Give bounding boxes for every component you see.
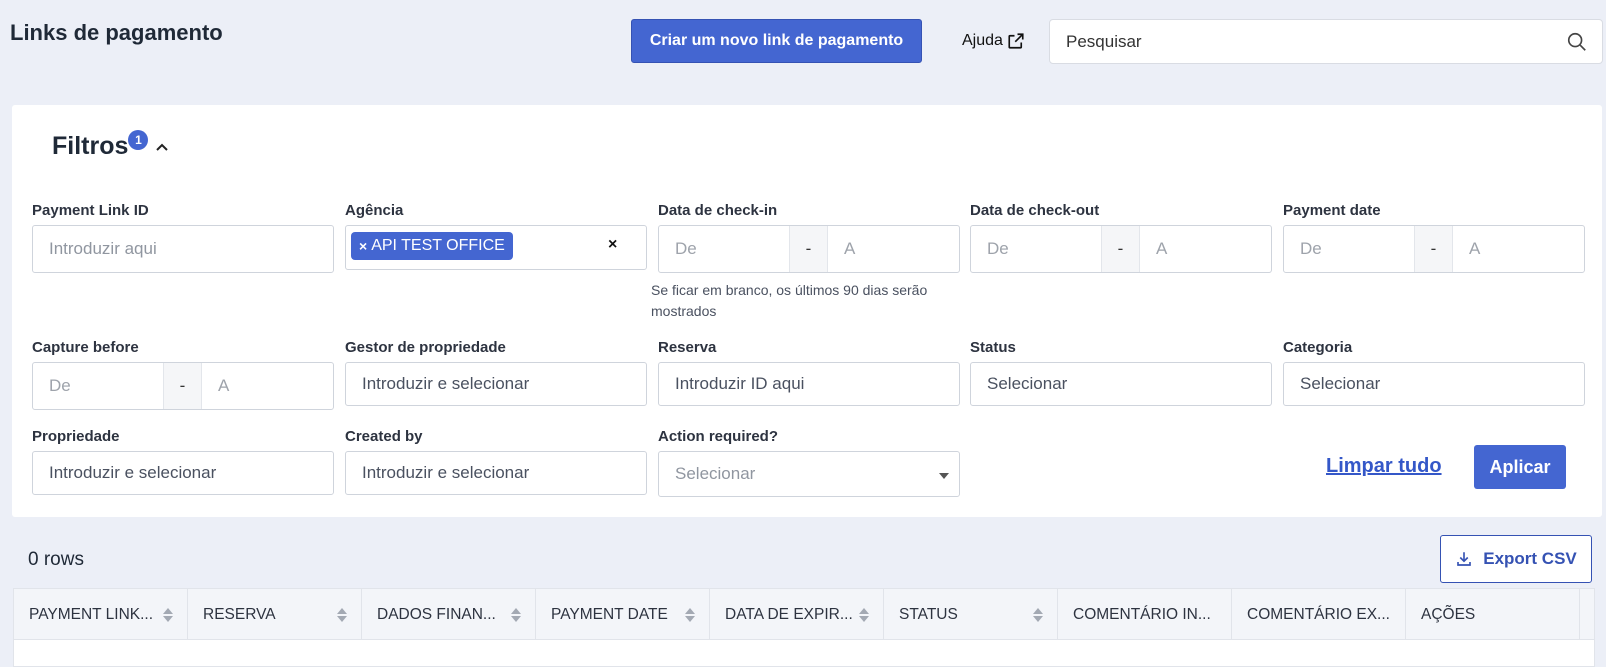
checkin-to-input[interactable]: A <box>828 226 959 272</box>
payment-date-range: De - A <box>1283 225 1585 273</box>
agencia-chip[interactable]: × API TEST OFFICE <box>351 232 513 260</box>
categoria-select[interactable]: Selecionar <box>1283 362 1585 406</box>
status-label: Status <box>970 339 1016 356</box>
payment-date-from-input[interactable]: De <box>1284 226 1414 272</box>
payment-date-label: Payment date <box>1283 202 1381 219</box>
checkout-from-input[interactable]: De <box>971 226 1101 272</box>
payment-link-id-label: Payment Link ID <box>32 202 149 219</box>
rows-count: 0 rows <box>28 549 84 570</box>
capture-before-range: De - A <box>32 362 334 410</box>
checkin-from-input[interactable]: De <box>659 226 789 272</box>
column-label: PAYMENT LINK... <box>29 605 154 623</box>
column-data-expiracao[interactable]: DATA DE EXPIR... <box>710 589 884 640</box>
capture-before-label: Capture before <box>32 339 139 356</box>
chip-remove-icon[interactable]: × <box>359 238 367 254</box>
capture-before-from-input[interactable]: De <box>33 363 163 409</box>
help-link[interactable]: Ajuda <box>962 32 1025 50</box>
filters-count-badge: 1 <box>128 130 149 150</box>
help-link-label: Ajuda <box>962 32 1003 49</box>
create-payment-link-button[interactable]: Criar um novo link de pagamento <box>631 19 922 63</box>
checkin-range: De - A <box>658 225 960 273</box>
created-by-label: Created by <box>345 428 423 445</box>
column-label: COMENTÁRIO EX... <box>1247 605 1390 623</box>
filters-title: Filtros <box>52 132 129 160</box>
checkin-separator: - <box>789 226 828 272</box>
column-acoes: AÇÕES <box>1406 589 1580 640</box>
page-title: Links de pagamento <box>10 20 223 45</box>
search-icon[interactable] <box>1566 31 1588 53</box>
results-table: PAYMENT LINK... RESERVA DADOS FINAN... P… <box>13 588 1595 667</box>
column-label: RESERVA <box>203 605 276 623</box>
clear-all-link[interactable]: Limpar tudo <box>1326 455 1442 478</box>
column-label: COMENTÁRIO IN... <box>1073 605 1211 623</box>
sort-icon[interactable] <box>163 607 173 622</box>
column-label: DADOS FINAN... <box>377 605 496 623</box>
gestor-input[interactable]: Introduzir e selecionar <box>345 362 647 406</box>
checkout-separator: - <box>1101 226 1140 272</box>
search-input[interactable] <box>1066 31 1566 52</box>
categoria-label: Categoria <box>1283 339 1353 356</box>
column-label: STATUS <box>899 605 958 623</box>
payment-date-to-input[interactable]: A <box>1453 226 1584 272</box>
column-payment-link[interactable]: PAYMENT LINK... <box>14 589 188 640</box>
column-payment-date[interactable]: PAYMENT DATE <box>536 589 710 640</box>
column-dados-financeiros[interactable]: DADOS FINAN... <box>362 589 536 640</box>
capture-before-separator: - <box>163 363 202 409</box>
sort-icon[interactable] <box>859 607 869 622</box>
download-icon <box>1457 552 1472 566</box>
action-required-select[interactable]: Selecionar <box>658 451 960 497</box>
checkout-range: De - A <box>970 225 1272 273</box>
column-comentario-externo: COMENTÁRIO EX... <box>1232 589 1406 640</box>
propriedade-label: Propriedade <box>32 428 120 445</box>
created-by-input[interactable]: Introduzir e selecionar <box>345 451 647 495</box>
reserva-label: Reserva <box>658 339 717 356</box>
table-header: PAYMENT LINK... RESERVA DADOS FINAN... P… <box>14 589 1594 640</box>
sort-icon[interactable] <box>685 607 695 622</box>
agencia-clear-icon[interactable]: × <box>608 236 617 254</box>
sort-icon[interactable] <box>337 607 347 622</box>
capture-before-to-input[interactable]: A <box>202 363 333 409</box>
payment-link-id-input[interactable]: Introduzir aqui <box>32 225 334 273</box>
column-comentario-interno: COMENTÁRIO IN... <box>1058 589 1232 640</box>
gestor-label: Gestor de propriedade <box>345 339 506 356</box>
search-box[interactable] <box>1049 19 1603 64</box>
export-csv-label: Export CSV <box>1483 549 1577 568</box>
propriedade-input[interactable]: Introduzir e selecionar <box>32 451 334 495</box>
export-csv-button[interactable]: Export CSV <box>1440 535 1592 583</box>
chevron-up-icon[interactable] <box>154 139 170 155</box>
payment-date-separator: - <box>1414 226 1453 272</box>
agencia-chip-label: API TEST OFFICE <box>371 237 505 254</box>
column-reserva[interactable]: RESERVA <box>188 589 362 640</box>
checkin-hint: Se ficar em branco, os últimos 90 dias s… <box>651 282 928 319</box>
action-required-label: Action required? <box>658 428 779 445</box>
checkin-label: Data de check-in <box>658 202 778 219</box>
column-label: PAYMENT DATE <box>551 605 668 623</box>
sort-icon[interactable] <box>511 607 521 622</box>
checkout-label: Data de check-out <box>970 202 1100 219</box>
column-label: DATA DE EXPIR... <box>725 605 853 623</box>
external-link-icon <box>1008 33 1024 49</box>
reserva-input[interactable]: Introduzir ID aqui <box>658 362 960 406</box>
apply-button[interactable]: Aplicar <box>1474 445 1566 489</box>
column-label: AÇÕES <box>1421 605 1476 623</box>
status-select[interactable]: Selecionar <box>970 362 1272 406</box>
filters-heading[interactable]: Filtros 1 <box>52 130 149 161</box>
column-status[interactable]: STATUS <box>884 589 1058 640</box>
checkout-to-input[interactable]: A <box>1140 226 1271 272</box>
caret-down-icon <box>939 473 949 479</box>
agencia-label: Agência <box>345 202 404 219</box>
sort-icon[interactable] <box>1033 607 1043 622</box>
action-required-value: Selecionar <box>675 464 756 483</box>
